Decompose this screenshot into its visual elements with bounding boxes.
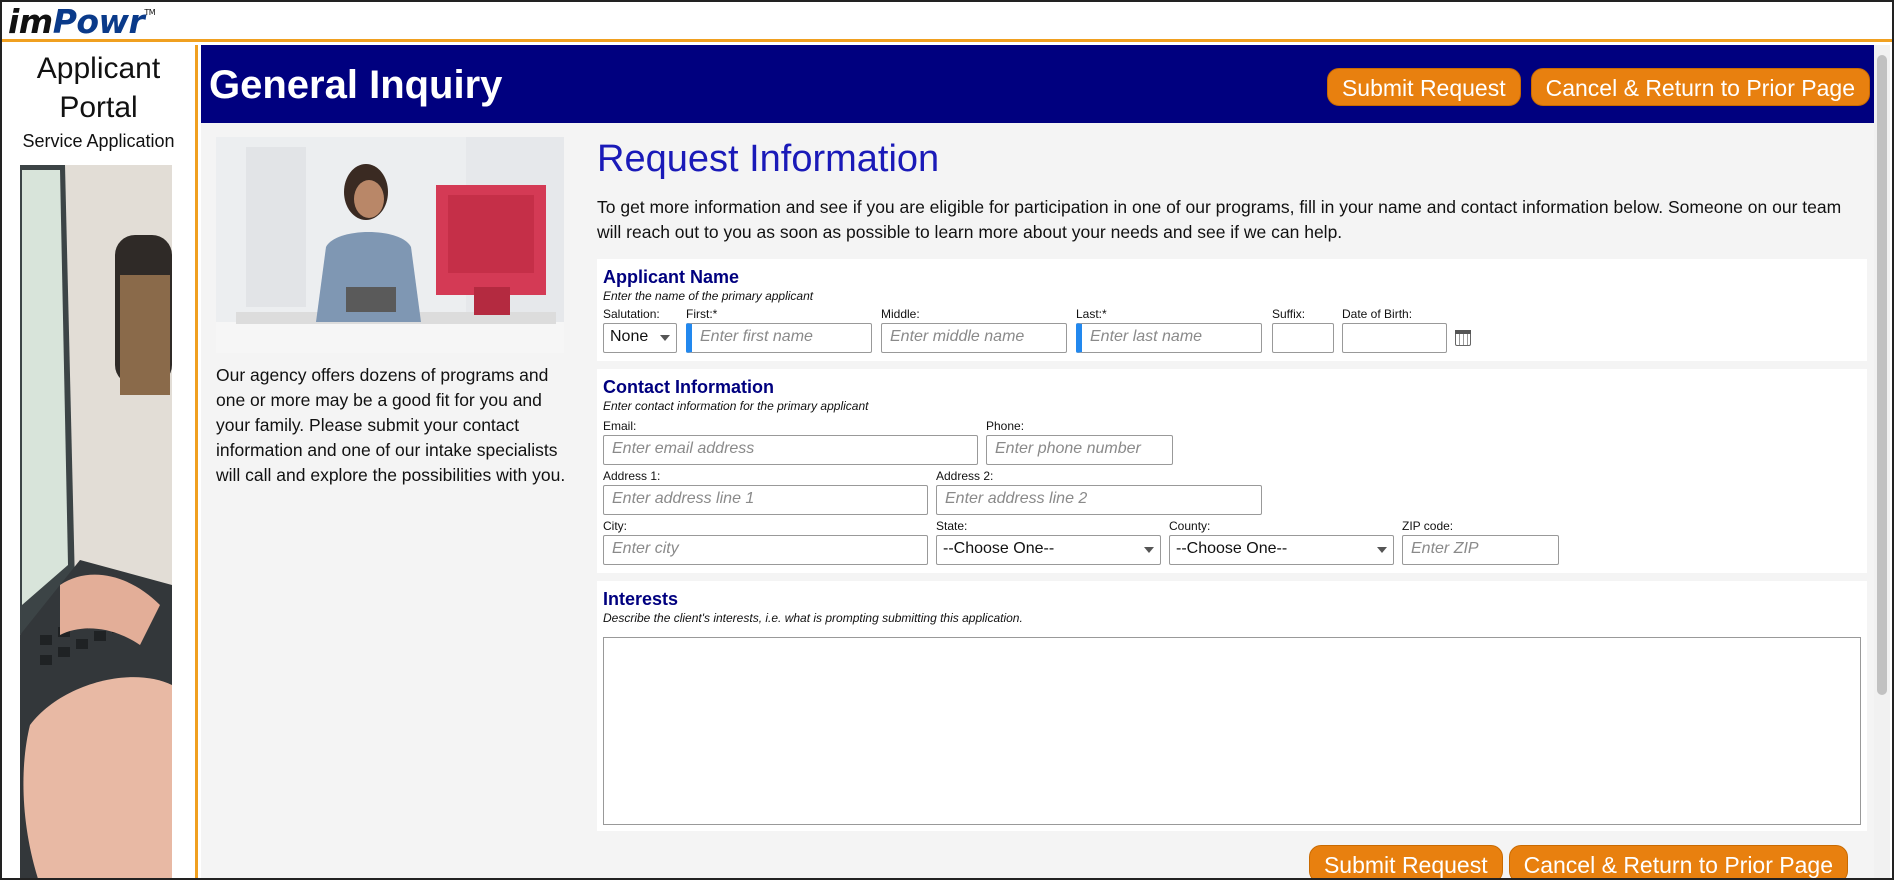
footer-actions: Submit Request Cancel & Return to Prior … [1308, 845, 1848, 878]
phone-input[interactable]: Enter phone number [986, 435, 1173, 465]
logo-tm: TM [144, 8, 156, 17]
county-value: --Choose One-- [1176, 540, 1288, 557]
zip-input[interactable]: Enter ZIP [1402, 535, 1559, 565]
email-label: Email: [603, 419, 637, 433]
address2-label: Address 2: [936, 469, 994, 483]
applicant-name-hint: Enter the name of the primary applicant [603, 289, 814, 303]
contact-info-title: Contact Information [603, 377, 774, 397]
interests-panel: Interests Describe the client's interest… [597, 581, 1867, 831]
app-window: imPowrTM Applicant Portal Service Applic… [0, 0, 1894, 880]
interests-textarea[interactable] [603, 637, 1861, 825]
last-name-input[interactable]: Enter last name [1076, 323, 1262, 353]
logo-im: im [8, 2, 53, 41]
state-select[interactable]: --Choose One-- [936, 535, 1161, 565]
cancel-return-button[interactable]: Cancel & Return to Prior Page [1530, 68, 1870, 106]
chevron-down-icon [1377, 547, 1387, 553]
laptop-typing-photo [20, 165, 172, 878]
top-bar: imPowrTM [2, 2, 1892, 42]
content-area: Our agency offers dozens of programs and… [201, 123, 1876, 878]
portal-subtitle: Service Application [22, 131, 175, 151]
applicant-name-panel: Applicant Name Enter the name of the pri… [597, 259, 1867, 361]
applicant-name-title: Applicant Name [603, 267, 740, 287]
first-name-label: First:* [686, 307, 718, 321]
zip-label: ZIP code: [1402, 519, 1454, 533]
dob-input[interactable] [1342, 323, 1447, 353]
header-actions: Submit Request Cancel & Return to Prior … [1326, 68, 1870, 106]
impowr-logo: imPowrTM [8, 2, 156, 41]
middle-name-label: Middle: [881, 307, 920, 321]
chevron-down-icon [1144, 547, 1154, 553]
submit-request-button[interactable]: Submit Request [1326, 68, 1521, 106]
scrollbar-thumb[interactable] [1877, 55, 1887, 695]
contact-info-panel: Contact Information Enter contact inform… [597, 369, 1867, 573]
contact-info-hint: Enter contact information for the primar… [603, 399, 869, 413]
portal-title: Applicant Portal [36, 52, 161, 124]
county-label: County: [1169, 519, 1211, 533]
portal-sidebar: Applicant Portal Service Application [2, 45, 198, 878]
suffix-label: Suffix: [1272, 307, 1306, 321]
first-name-input[interactable]: Enter first name [686, 323, 872, 353]
salutation-label: Salutation: [603, 307, 660, 321]
chevron-down-icon [660, 335, 670, 341]
agent-photo [216, 137, 564, 353]
city-input[interactable]: Enter city [603, 535, 928, 565]
footer-cancel-return-button[interactable]: Cancel & Return to Prior Page [1508, 845, 1848, 878]
state-value: --Choose One-- [943, 540, 1055, 557]
state-label: State: [936, 519, 968, 533]
intro-text: To get more information and see if you a… [597, 197, 1842, 242]
address1-label: Address 1: [603, 469, 661, 483]
city-label: City: [603, 519, 627, 533]
suffix-input[interactable] [1272, 323, 1334, 353]
interests-hint: Describe the client's interests, i.e. wh… [603, 611, 1023, 625]
salutation-select[interactable]: None [603, 323, 677, 353]
vertical-scrollbar[interactable] [1874, 45, 1890, 878]
email-input[interactable]: Enter email address [603, 435, 978, 465]
footer-submit-request-button[interactable]: Submit Request [1308, 845, 1503, 878]
phone-label: Phone: [986, 419, 1025, 433]
middle-name-input[interactable]: Enter middle name [881, 323, 1067, 353]
page-header: General Inquiry Submit Request Cancel & … [201, 45, 1876, 123]
county-select[interactable]: --Choose One-- [1169, 535, 1394, 565]
calendar-icon[interactable] [1455, 330, 1471, 346]
interests-title: Interests [603, 589, 679, 609]
promo-text: Our agency offers dozens of programs and… [216, 365, 566, 485]
section-heading: Request Information [597, 138, 940, 180]
address2-input[interactable]: Enter address line 2 [936, 485, 1262, 515]
salutation-value: None [610, 328, 649, 345]
address1-input[interactable]: Enter address line 1 [603, 485, 928, 515]
page-title: General Inquiry [209, 63, 503, 107]
last-name-label: Last:* [1076, 307, 1107, 321]
logo-powr: Powr [52, 2, 145, 41]
dob-label: Date of Birth: [1342, 307, 1413, 321]
request-info-section: Request Information To get more informat… [597, 137, 1867, 245]
